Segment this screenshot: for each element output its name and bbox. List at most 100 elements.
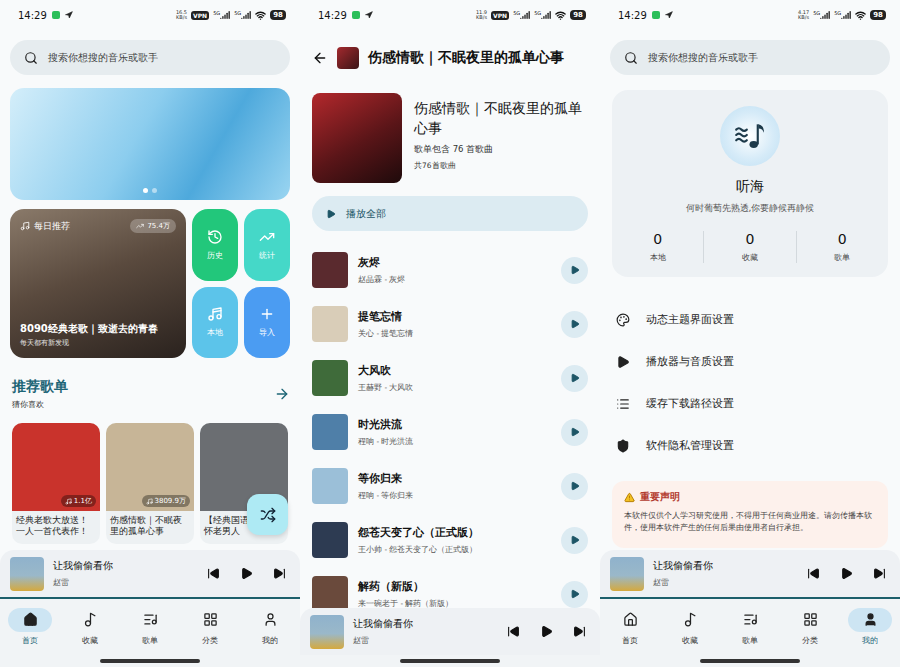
nav-item[interactable]: 我的: [840, 608, 900, 646]
song-row[interactable]: 灰烬赵晶霖 - 灰烬: [300, 243, 600, 297]
previous-icon[interactable]: [207, 567, 220, 580]
settings-row[interactable]: 缓存下载路径设置: [600, 383, 900, 425]
playlist-screen: 14:2911.9KB/sVPN5G5G98伤感情歌｜不眠夜里的孤单心事伤感情歌…: [300, 0, 600, 667]
song-row[interactable]: 提笔忘情关心 - 提笔忘情: [300, 297, 600, 351]
battery-level: 98: [270, 10, 286, 20]
settings-row[interactable]: 播放器与音质设置: [600, 341, 900, 383]
vpn-badge: VPN: [491, 11, 509, 20]
playlist-cover: 3809.9万: [106, 423, 194, 511]
mini-player-title: 让我偷偷看你: [53, 559, 198, 573]
mini-player[interactable]: 让我偷偷看你赵雷: [300, 608, 600, 655]
song-cover: [312, 576, 348, 608]
song-play-button[interactable]: [561, 527, 588, 554]
song-row[interactable]: 等你归来程响 - 等你归来: [300, 459, 600, 513]
back-icon[interactable]: [312, 50, 328, 66]
song-play-button[interactable]: [561, 419, 588, 446]
play-count: 3809.9万: [142, 495, 191, 507]
mine-icon: [263, 612, 278, 627]
categories-icon: [203, 612, 218, 627]
shuffle-icon: [260, 507, 276, 523]
battery-level: 98: [870, 10, 886, 20]
signal-icon: [820, 10, 830, 20]
previous-icon[interactable]: [507, 625, 520, 638]
sea-music-icon: [733, 119, 767, 153]
song-cover: [312, 414, 348, 450]
banner[interactable]: [10, 88, 290, 200]
wifi-icon: [255, 10, 266, 21]
song-play-button[interactable]: [561, 365, 588, 392]
arrow-right-icon[interactable]: [274, 386, 290, 402]
nav-item[interactable]: 首页: [600, 608, 660, 646]
mini-player-artist: 赵雷: [353, 635, 498, 646]
privacy-icon: [616, 439, 630, 453]
quick-action-button[interactable]: 历史: [192, 209, 238, 281]
settings-row[interactable]: 软件隐私管理设置: [600, 425, 900, 467]
search-bar[interactable]: 搜索你想搜的音乐或歌手: [10, 40, 290, 75]
song-row[interactable]: 大风吹王赫野 - 大风吹: [300, 351, 600, 405]
song-play-button[interactable]: [561, 311, 588, 338]
cache-icon: [616, 397, 630, 411]
song-play-button[interactable]: [561, 257, 588, 284]
song-row[interactable]: 解药（新版）来一碗老于 - 解药（新版）: [300, 567, 600, 608]
playlist-card[interactable]: 1.1亿经典老歌大放送！一人一首代表作！: [12, 423, 100, 544]
nav-item[interactable]: 分类: [180, 608, 240, 646]
play-icon[interactable]: [240, 567, 253, 580]
theme-icon: [616, 313, 630, 327]
quick-action-button[interactable]: 统计: [244, 209, 290, 281]
previous-icon[interactable]: [807, 567, 820, 580]
player-icon: [616, 355, 630, 369]
next-icon[interactable]: [873, 567, 886, 580]
play-icon: [570, 481, 580, 491]
nav-item[interactable]: 分类: [780, 608, 840, 646]
playlists-icon: [743, 612, 758, 627]
next-icon[interactable]: [573, 625, 586, 638]
mini-player[interactable]: 让我偷偷看你赵雷: [0, 550, 300, 597]
song-cover: [312, 360, 348, 396]
signal-group: 5G: [234, 10, 251, 20]
song-row[interactable]: 时光洪流程响 - 时光洪流: [300, 405, 600, 459]
signal-icon: [220, 10, 230, 20]
settings-row[interactable]: 动态主题界面设置: [600, 299, 900, 341]
signal-icon: [841, 10, 851, 20]
banner-dot[interactable]: [143, 188, 148, 193]
app-notification-icon: [352, 11, 360, 19]
nav-item[interactable]: 收藏: [60, 608, 120, 646]
next-icon[interactable]: [273, 567, 286, 580]
avatar[interactable]: [720, 106, 780, 166]
mini-player-title: 让我偷偷看你: [353, 617, 498, 631]
nav-indicator: [128, 608, 172, 632]
song-play-button[interactable]: [561, 581, 588, 608]
nav-item[interactable]: 歌单: [120, 608, 180, 646]
nav-item[interactable]: 歌单: [720, 608, 780, 646]
playlist-card[interactable]: 3809.9万伤感情歌｜不眠夜里的孤单心事: [106, 423, 194, 544]
play-icon[interactable]: [540, 625, 553, 638]
play-icon: [326, 209, 336, 219]
search-bar[interactable]: 搜索你想搜的音乐或歌手: [610, 40, 890, 75]
screenshot-collage: 14:2916.5KB/sVPN5G5G98搜索你想搜的音乐或歌手每日推荐75.…: [0, 0, 900, 667]
play-all-button[interactable]: 播放全部: [312, 196, 588, 231]
network-speed: 4.17KB/s: [798, 10, 809, 21]
stat-item[interactable]: 0收藏: [703, 231, 795, 263]
daily-recommend-card[interactable]: 每日推荐75.4万8090经典老歌｜致逝去的青春每天都有新发现: [10, 209, 186, 358]
song-play-button[interactable]: [561, 473, 588, 500]
nav-indicator: [8, 608, 52, 632]
local-icon: [207, 306, 223, 322]
header-cover: [337, 47, 359, 69]
quick-action-button[interactable]: 本地: [192, 287, 238, 359]
song-cover: [312, 252, 348, 288]
stat-item[interactable]: 0本地: [612, 231, 703, 263]
nav-item[interactable]: 首页: [0, 608, 60, 646]
play-icon[interactable]: [840, 567, 853, 580]
quick-action-button[interactable]: 导入: [244, 287, 290, 359]
stat-item[interactable]: 0歌单: [796, 231, 888, 263]
shuffle-button[interactable]: [247, 494, 288, 535]
mini-player[interactable]: 让我偷偷看你赵雷: [600, 550, 900, 597]
top-bar: 伤感情歌｜不眠夜里的孤单心事: [300, 40, 600, 75]
profile-screen: 14:294.17KB/s5G5G98搜索你想搜的音乐或歌手听海何时葡萄先熟透,…: [600, 0, 900, 667]
nav-item[interactable]: 收藏: [660, 608, 720, 646]
nav-item[interactable]: 我的: [240, 608, 300, 646]
nav-indicator: [788, 608, 832, 632]
song-row[interactable]: 怨苍天变了心（正式版）王小帅 - 怨苍天变了心（正式版）: [300, 513, 600, 567]
banner-dot[interactable]: [152, 188, 157, 193]
nav-indicator: [248, 608, 292, 632]
